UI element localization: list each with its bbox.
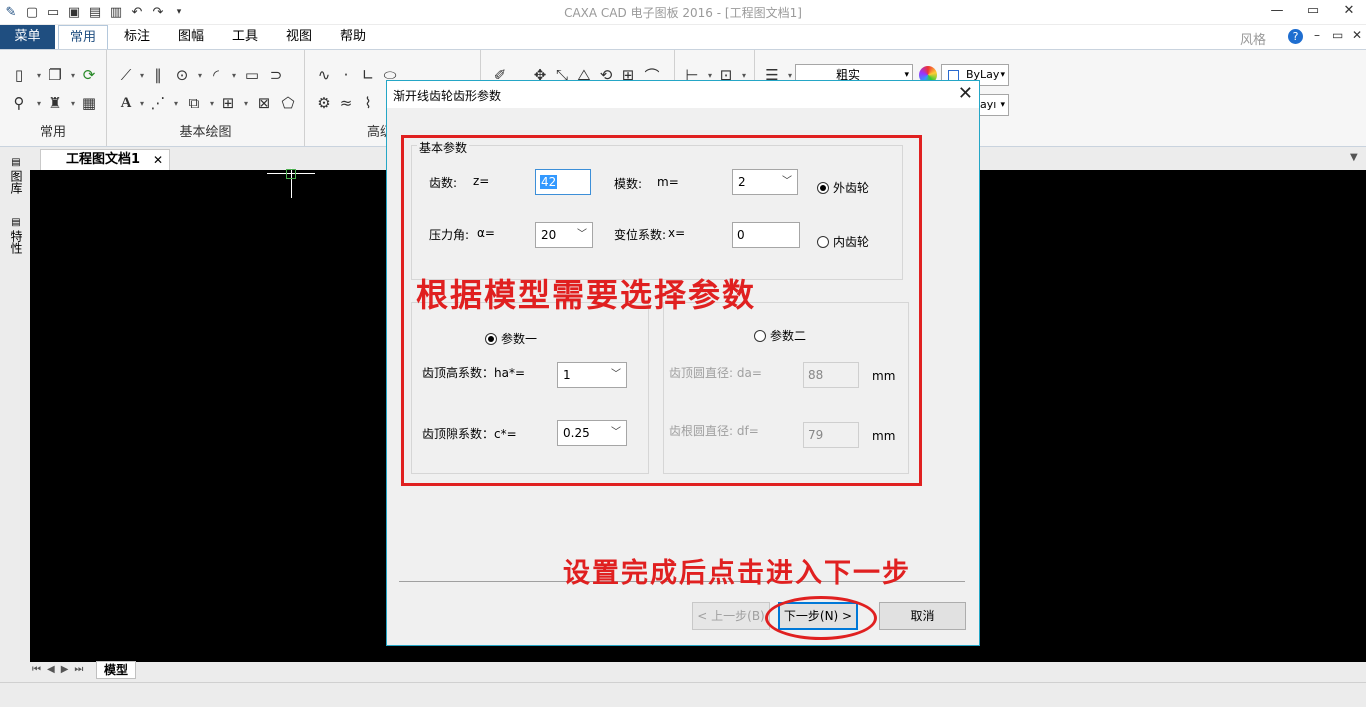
layout-nav-arrows-icon[interactable]: ⏮◀▶⏭ (32, 664, 89, 675)
rectangle-icon[interactable]: ▭ (241, 64, 263, 86)
tab-annotate[interactable]: 标注 (114, 25, 160, 49)
style-menu[interactable]: 风格 (1240, 29, 1266, 48)
shape-icon[interactable]: ⬠ (277, 92, 299, 114)
annotation-choose-params: 根据模型需要选择参数 (416, 277, 757, 313)
tab-common[interactable]: 常用 (58, 25, 108, 49)
tab-sheet[interactable]: 图幅 (168, 25, 214, 49)
dialog-title: 渐开线齿轮齿形参数 (393, 89, 502, 103)
refresh-icon[interactable]: ⟳ (78, 64, 100, 86)
ribbon-group-label: 基本绘图 (179, 125, 232, 140)
tab-list-dropdown-icon[interactable]: ▼ (1350, 152, 1358, 163)
annotation-next-button-circle (765, 596, 877, 640)
annotation-click-next: 设置完成后点击进入下一步 (563, 558, 911, 588)
main-menu-button[interactable]: 菜单 (0, 25, 55, 49)
crosshair-pickbox (286, 169, 296, 179)
tab-tools[interactable]: 工具 (222, 25, 268, 49)
gear-icon[interactable]: ⚙ (313, 92, 335, 114)
dialog-title-bar: 渐开线齿轮齿形参数 ✕ (387, 81, 979, 108)
window-title: CAXA CAD 电子图板 2016 - [工程图文档1] (564, 6, 802, 20)
doc-restore-icon[interactable]: ▭ (1332, 28, 1343, 42)
ribbon-group-label: 常用 (39, 125, 66, 140)
polyline-icon[interactable]: ⊃ (265, 64, 287, 86)
library-panel-tab[interactable]: ▤ 图库 (8, 156, 24, 197)
close-window-button[interactable]: ✕ (1334, 0, 1364, 24)
doc-minimize-icon[interactable]: – (1314, 28, 1320, 42)
ribbon-group-draw: ⟋ ▾ ∥ ⊙ ▾ ◜ ▾ ▭ ⊃ A ▾ ⋰ ▾ ⧉ ▾ ⊞ ▾ ⊠ ⬠ 基本… (107, 50, 305, 146)
angle-icon[interactable]: ∟ (357, 64, 379, 86)
new-icon[interactable]: ▯ (8, 64, 30, 86)
model-tab[interactable]: 模型 (96, 661, 136, 679)
zigzag-icon[interactable]: ⌇ (357, 92, 379, 114)
status-bar (0, 682, 1366, 707)
grid-select-icon[interactable]: ⊠ (253, 92, 275, 114)
doc-close-icon[interactable]: ✕ (1352, 28, 1362, 42)
wave-icon[interactable]: ≈ (335, 92, 357, 114)
spline-icon[interactable]: ∿ (313, 64, 335, 86)
help-icon[interactable]: ? (1288, 29, 1303, 44)
ribbon-group-common: ▯ ▾ ❐ ▾ ⟳ ⚲ ▾ ♜ ▾ ▦ 常用 (0, 50, 107, 146)
tab-help[interactable]: 帮助 (330, 25, 376, 49)
parallel-line-icon[interactable]: ∥ (147, 64, 169, 86)
library-icon: ▤ (11, 157, 21, 168)
properties-icon[interactable]: ▦ (78, 92, 100, 114)
cancel-button[interactable]: 取消 (879, 602, 966, 630)
document-tab-label: 工程图文档1 (66, 152, 141, 167)
zoom-icon[interactable]: ⚲ (8, 92, 30, 114)
restore-button[interactable]: ▭ (1298, 0, 1328, 24)
point-icon[interactable]: · (335, 64, 357, 86)
layout-tab-bar (0, 662, 1366, 682)
tab-view[interactable]: 视图 (276, 25, 322, 49)
properties-panel-tab[interactable]: ▤ 特性 (8, 216, 24, 257)
prev-button[interactable]: < 上一步(B) (692, 602, 770, 630)
minimize-button[interactable]: — (1262, 0, 1292, 24)
close-tab-icon[interactable]: ✕ (153, 150, 163, 170)
dialog-close-icon[interactable]: ✕ (958, 83, 973, 104)
properties-panel-icon: ▤ (11, 217, 21, 228)
document-tab[interactable]: 工程图文档1 ✕ (40, 149, 170, 170)
